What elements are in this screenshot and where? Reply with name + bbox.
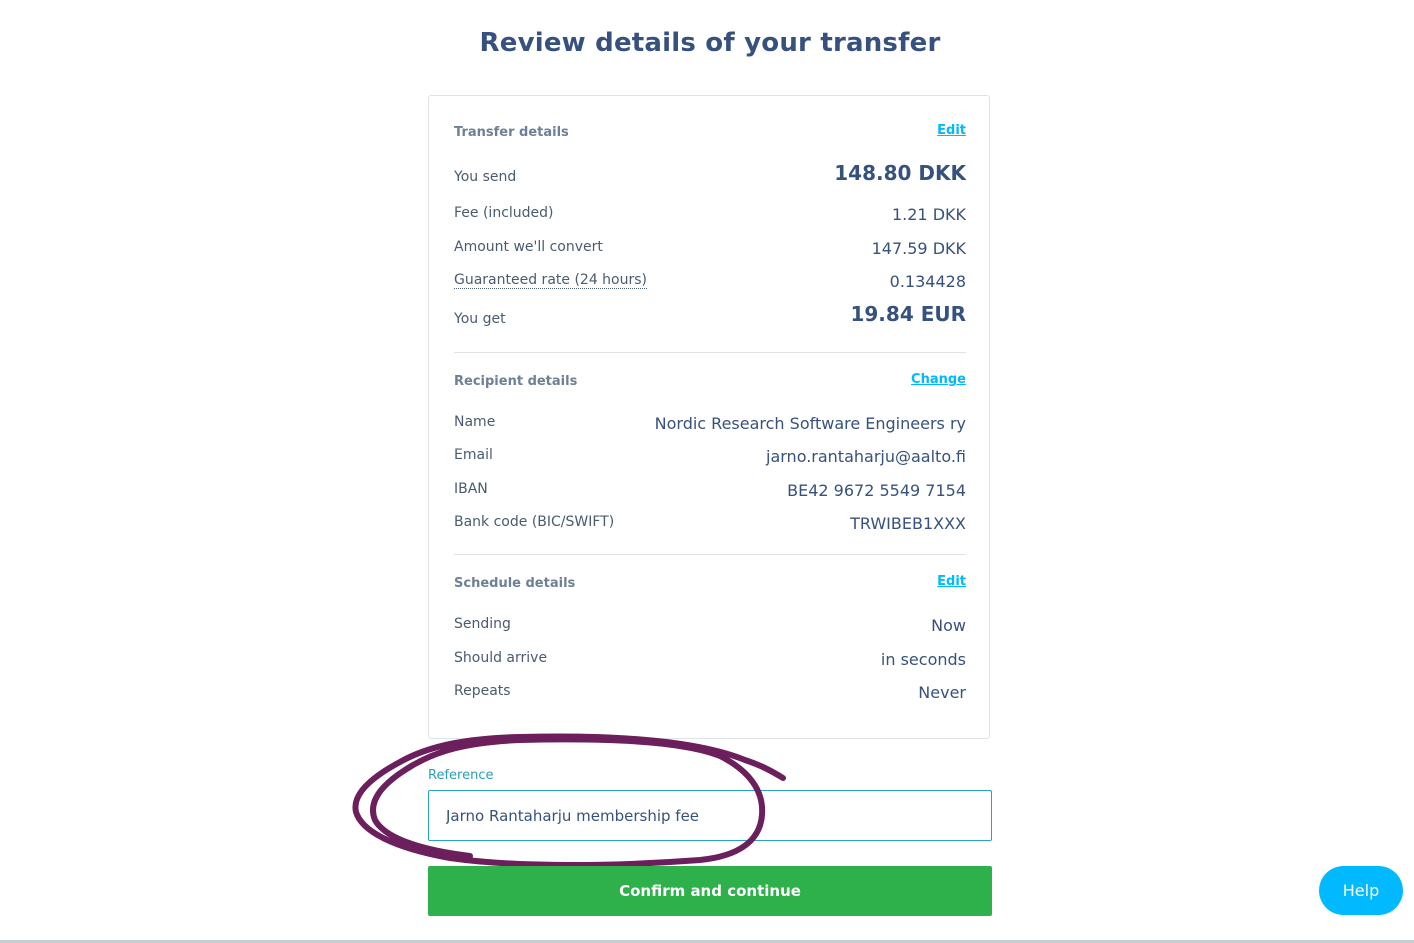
edit-schedule-link[interactable]: Edit bbox=[937, 574, 966, 589]
transfer-review-page: Review details of your transfer Transfer… bbox=[0, 0, 1414, 943]
sending-label: Sending bbox=[454, 616, 511, 632]
guaranteed-rate-value: 0.134428 bbox=[889, 272, 966, 291]
schedule-details-heading: Schedule details bbox=[454, 576, 576, 591]
you-send-label: You send bbox=[454, 169, 517, 185]
reference-label: Reference bbox=[428, 768, 494, 783]
fee-value: 1.21 DKK bbox=[891, 205, 966, 224]
amount-convert-value: 147.59 DKK bbox=[871, 239, 966, 258]
iban-value: BE42 9672 5549 7154 bbox=[787, 481, 966, 500]
sending-value: Now bbox=[931, 616, 966, 635]
recipient-details-heading: Recipient details bbox=[454, 374, 578, 389]
should-arrive-label: Should arrive bbox=[454, 650, 548, 666]
section-divider bbox=[454, 352, 966, 353]
you-get-value: 19.84 EUR bbox=[850, 302, 966, 326]
help-button[interactable]: Help bbox=[1319, 866, 1403, 915]
change-recipient-link[interactable]: Change bbox=[911, 372, 966, 387]
you-send-value: 148.80 DKK bbox=[834, 161, 966, 185]
recipient-name-label: Name bbox=[454, 414, 496, 430]
confirm-and-continue-button[interactable]: Confirm and continue bbox=[428, 866, 992, 916]
bank-code-label: Bank code (BIC/SWIFT) bbox=[454, 514, 615, 530]
bank-code-value: TRWIBEB1XXX bbox=[850, 514, 966, 533]
you-get-label: You get bbox=[454, 311, 506, 327]
amount-convert-label: Amount we'll convert bbox=[454, 239, 603, 255]
reference-input[interactable] bbox=[428, 790, 992, 841]
repeats-value: Never bbox=[918, 683, 966, 702]
recipient-email-label: Email bbox=[454, 447, 493, 463]
iban-label: IBAN bbox=[454, 481, 488, 497]
section-divider bbox=[454, 554, 966, 555]
recipient-email-value: jarno.rantaharju@aalto.fi bbox=[766, 447, 966, 466]
recipient-name-value: Nordic Research Software Engineers ry bbox=[654, 414, 966, 433]
page-title: Review details of your transfer bbox=[479, 28, 941, 58]
guaranteed-rate-label[interactable]: Guaranteed rate (24 hours) bbox=[454, 272, 647, 289]
should-arrive-value: in seconds bbox=[880, 650, 966, 669]
edit-transfer-link[interactable]: Edit bbox=[937, 123, 966, 138]
transfer-details-heading: Transfer details bbox=[454, 125, 569, 140]
repeats-label: Repeats bbox=[454, 683, 511, 699]
fee-label: Fee (included) bbox=[454, 205, 554, 221]
